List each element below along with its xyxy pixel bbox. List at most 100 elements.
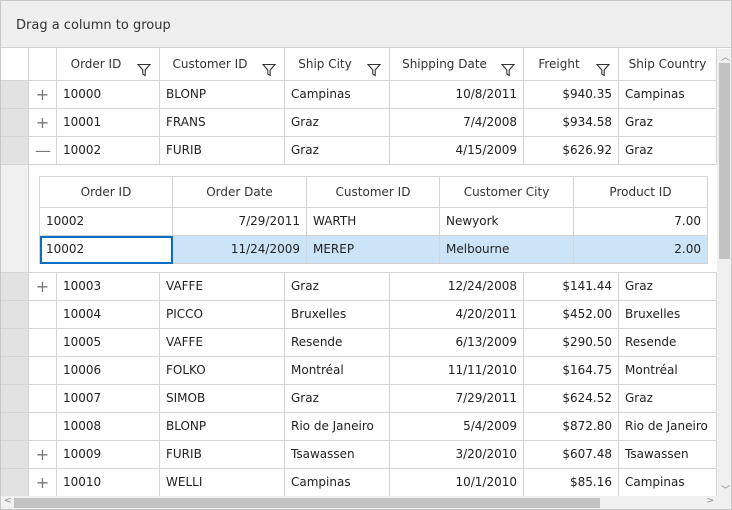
grid-cell[interactable]: 10/8/2011 xyxy=(390,81,524,109)
scroll-down-icon[interactable]: ﹀ xyxy=(721,483,730,496)
table-row[interactable]: 10004 PICCO Bruxelles 4/20/2011 $452.00 Bruxe… xyxy=(1,301,717,329)
grid-cell[interactable]: 10010 xyxy=(57,469,160,497)
grid-cell[interactable]: WELLI xyxy=(160,469,285,497)
grid-cell[interactable]: $607.48 xyxy=(524,441,619,469)
row-header[interactable] xyxy=(1,109,29,137)
column-header[interactable]: Freight xyxy=(524,48,619,81)
grid-cell[interactable]: Graz xyxy=(285,385,390,413)
grid-cell[interactable]: Tsawassen xyxy=(285,441,390,469)
grid-cell[interactable]: Graz xyxy=(285,109,390,137)
grid-cell[interactable]: Campinas xyxy=(285,469,390,497)
grid-cell[interactable]: 7/4/2008 xyxy=(390,109,524,137)
scroll-up-icon[interactable]: ︿ xyxy=(721,50,730,63)
grid-cell[interactable]: FRANS xyxy=(160,109,285,137)
nested-row[interactable]: 10002 7/29/2011 WARTH Newyork 7.00 xyxy=(40,208,708,236)
scroll-left-icon[interactable]: < xyxy=(4,496,12,506)
grid-cell[interactable]: $872.80 xyxy=(524,413,619,441)
nested-column-header[interactable]: Order Date xyxy=(173,177,307,208)
grid-cell[interactable]: 10/1/2010 xyxy=(390,469,524,497)
grid-cell[interactable]: 5/4/2009 xyxy=(390,413,524,441)
table-row[interactable]: 10005 VAFFE Resende 6/13/2009 $290.50 Resende xyxy=(1,329,717,357)
table-row[interactable]: +10009 FURIB Tsawassen 3/20/2010 $607.48 Tsaw… xyxy=(1,441,717,469)
grid-cell[interactable]: $940.35 xyxy=(524,81,619,109)
group-drop-area[interactable]: Drag a column to group xyxy=(1,1,731,48)
nested-cell[interactable]: 7/29/2011 xyxy=(173,208,307,236)
grid-cell[interactable]: $934.58 xyxy=(524,109,619,137)
grid-cell[interactable]: 10003 xyxy=(57,273,160,301)
grid-cell[interactable]: 12/24/2008 xyxy=(390,273,524,301)
grid-cell[interactable]: $624.52 xyxy=(524,385,619,413)
grid-cell[interactable]: Resende xyxy=(285,329,390,357)
nested-cell[interactable]: WARTH xyxy=(307,208,440,236)
table-row[interactable]: +10010 WELLI Campinas 10/1/2010 $85.16 Campin… xyxy=(1,469,717,497)
grid-cell[interactable]: VAFFE xyxy=(160,329,285,357)
row-header[interactable] xyxy=(1,329,29,357)
grid-cell[interactable]: 4/15/2009 xyxy=(390,137,524,165)
vertical-scrollbar[interactable]: ︿ ﹀ xyxy=(717,49,731,497)
grid-cell[interactable]: Graz xyxy=(619,273,717,301)
scroll-right-icon[interactable]: > xyxy=(706,496,714,506)
grid-cell[interactable]: Rio de Janeiro xyxy=(285,413,390,441)
grid-cell[interactable]: Graz xyxy=(619,109,717,137)
grid-cell[interactable]: Resende xyxy=(619,329,717,357)
expand-icon[interactable]: + xyxy=(29,81,57,109)
grid-cell[interactable]: 7/29/2011 xyxy=(390,385,524,413)
filter-icon[interactable] xyxy=(366,57,382,77)
grid-cell[interactable]: $141.44 xyxy=(524,273,619,301)
grid-cell[interactable]: SIMOB xyxy=(160,385,285,413)
grid-cell[interactable]: 10008 xyxy=(57,413,160,441)
nested-cell[interactable]: 10002 xyxy=(40,208,173,236)
grid-cell[interactable]: Graz xyxy=(619,137,717,165)
grid-cell[interactable]: 4/20/2011 xyxy=(390,301,524,329)
grid-cell[interactable]: Graz xyxy=(285,273,390,301)
collapse-icon[interactable]: — xyxy=(29,137,57,165)
nested-cell[interactable]: 11/24/2009 xyxy=(173,236,307,264)
nested-column-header[interactable]: Product ID xyxy=(574,177,708,208)
grid-cell[interactable]: Montréal xyxy=(619,357,717,385)
grid-cell[interactable]: Campinas xyxy=(619,469,717,497)
row-header[interactable] xyxy=(1,273,29,301)
grid-cell[interactable]: Montréal xyxy=(285,357,390,385)
row-header[interactable] xyxy=(1,441,29,469)
horizontal-scroll-thumb[interactable] xyxy=(14,498,600,508)
table-row[interactable]: —10002 FURIB Graz 4/15/2009 $626.92 Graz xyxy=(1,137,717,165)
grid-cell[interactable]: 10009 xyxy=(57,441,160,469)
grid-cell[interactable]: Bruxelles xyxy=(619,301,717,329)
grid-cell[interactable]: 10005 xyxy=(57,329,160,357)
vertical-scroll-thumb[interactable] xyxy=(719,63,730,259)
table-row[interactable]: 10007 SIMOB Graz 7/29/2011 $624.52 Graz xyxy=(1,385,717,413)
nested-cell[interactable]: Melbourne xyxy=(440,236,574,264)
grid-cell[interactable]: Graz xyxy=(619,385,717,413)
grid-cell[interactable]: 10004 xyxy=(57,301,160,329)
grid-cell[interactable]: PICCO xyxy=(160,301,285,329)
grid-cell[interactable]: 10006 xyxy=(57,357,160,385)
grid-cell[interactable]: $290.50 xyxy=(524,329,619,357)
grid-cell[interactable]: FURIB xyxy=(160,441,285,469)
filter-icon[interactable] xyxy=(261,57,277,77)
filter-icon[interactable] xyxy=(500,57,516,77)
filter-icon[interactable] xyxy=(136,57,152,77)
grid-cell[interactable]: $85.16 xyxy=(524,469,619,497)
table-row[interactable]: +10000 BLONP Campinas 10/8/2011 $940.35 Campi… xyxy=(1,81,717,109)
grid-cell[interactable]: 6/13/2009 xyxy=(390,329,524,357)
filter-icon[interactable] xyxy=(595,57,611,77)
table-row[interactable]: 10008 BLONP Rio de Janeiro 5/4/2009 $872.80 R… xyxy=(1,413,717,441)
nested-cell[interactable]: MEREP xyxy=(307,236,440,264)
nested-row[interactable]: 10002 11/24/2009 MEREP Melbourne 2.00 xyxy=(40,236,708,264)
horizontal-scrollbar[interactable]: < > xyxy=(1,496,717,509)
grid-cell[interactable]: 10007 xyxy=(57,385,160,413)
row-header[interactable] xyxy=(1,137,29,165)
nested-column-header[interactable]: Customer ID xyxy=(307,177,440,208)
grid-cell[interactable]: Rio de Janeiro xyxy=(619,413,717,441)
grid-cell[interactable]: Graz xyxy=(285,137,390,165)
grid-cell[interactable]: 11/11/2010 xyxy=(390,357,524,385)
grid-cell[interactable]: BLONP xyxy=(160,413,285,441)
grid-cell[interactable]: $164.75 xyxy=(524,357,619,385)
nested-column-header[interactable]: Order ID xyxy=(40,177,173,208)
column-header[interactable]: Ship Country xyxy=(619,48,717,81)
row-header[interactable] xyxy=(1,357,29,385)
nested-column-header[interactable]: Customer City xyxy=(440,177,574,208)
column-header[interactable]: Ship City xyxy=(285,48,390,81)
grid-cell[interactable]: Campinas xyxy=(619,81,717,109)
grid-cell[interactable]: 10000 xyxy=(57,81,160,109)
